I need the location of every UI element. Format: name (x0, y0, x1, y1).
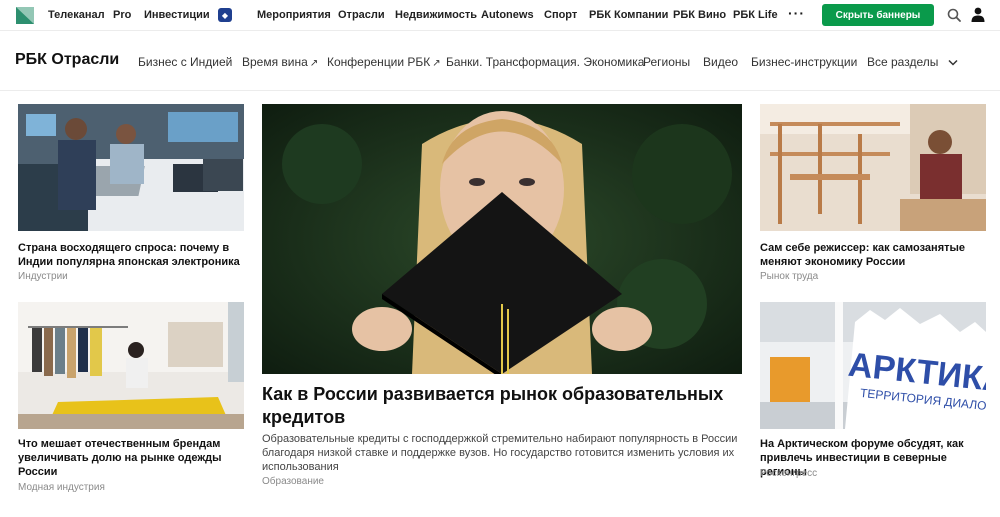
chevron-down-icon (948, 60, 958, 66)
external-link-icon: ↗ (432, 58, 441, 69)
article-category[interactable]: Индустрии (18, 271, 68, 282)
article-category[interactable]: Росконгресс (760, 468, 817, 479)
topnav-item-industries[interactable]: Отрасли (338, 9, 385, 21)
arctic-forum-photo: АРКТИКА ТЕРРИТОРИЯ ДИАЛОГА (760, 302, 986, 429)
graduation-cap-photo (262, 104, 742, 374)
hero-title[interactable]: Как в России развивается рынок образоват… (262, 383, 742, 429)
topnav-item-tv[interactable]: Телеканал (48, 9, 105, 21)
more-menu-icon[interactable]: ··· (788, 5, 805, 21)
hero-image-graduation[interactable] (262, 104, 742, 374)
article-title-electronics[interactable]: Страна восходящего спроса: почему в Инди… (18, 241, 244, 269)
section-nav-india[interactable]: Бизнес с Индией (138, 55, 232, 69)
section-nav-banks[interactable]: Банки. Трансформация. Экономика (446, 55, 644, 69)
hero-lead[interactable]: Образовательные кредиты с господдержкой … (262, 432, 742, 474)
section-nav-conferences[interactable]: Конференции РБК ↗ (327, 55, 441, 69)
topnav-item-wine[interactable]: РБК Вино (673, 9, 726, 21)
topnav-item-realty[interactable]: Недвижимость (395, 9, 477, 21)
hide-banners-button[interactable]: Скрыть баннеры (822, 4, 934, 26)
topnav-item-events[interactable]: Мероприятия (257, 9, 331, 21)
topnav-item-pro[interactable]: Pro (113, 9, 131, 21)
search-icon[interactable] (947, 8, 961, 22)
carpenter-workshop-photo (760, 104, 986, 231)
fashion-workshop-photo (18, 302, 244, 429)
article-category[interactable]: Образование (262, 476, 324, 487)
article-image-clothing[interactable] (18, 302, 244, 429)
topnav-item-companies[interactable]: РБК Компании (589, 9, 668, 21)
article-title-clothing[interactable]: Что мешает отечественным брендам увеличи… (18, 437, 233, 479)
section-nav-wine[interactable]: Время вина ↗ (242, 55, 318, 69)
topnav-item-autonews[interactable]: Autonews (481, 9, 534, 21)
article-image-workshop[interactable] (760, 104, 986, 231)
section-nav-regions[interactable]: Регионы (643, 55, 690, 69)
article-category[interactable]: Рынок труда (760, 271, 818, 282)
article-category[interactable]: Модная индустрия (18, 482, 105, 493)
divider (0, 90, 1000, 91)
topnav-item-sport[interactable]: Спорт (544, 9, 577, 21)
article-image-arctic[interactable]: АРКТИКА ТЕРРИТОРИЯ ДИАЛОГА (760, 302, 986, 429)
rbc-logo[interactable] (16, 7, 34, 24)
section-nav-instructions[interactable]: Бизнес-инструкции (751, 55, 857, 69)
electronics-store-photo (18, 104, 244, 231)
section-nav-all[interactable]: Все разделы (867, 55, 958, 69)
external-link-icon: ↗ (309, 58, 319, 69)
topnav-item-investments[interactable]: Инвестиции (144, 9, 210, 21)
section-nav-video[interactable]: Видео (703, 55, 738, 69)
article-image-electronics[interactable] (18, 104, 244, 231)
section-title[interactable]: РБК Отрасли (15, 51, 119, 69)
article-title-selfemployed[interactable]: Сам себе режиссер: как самозанятые меняю… (760, 241, 986, 269)
app-badge-icon[interactable]: ◆ (218, 8, 232, 22)
topnav-item-life[interactable]: РБК Life (733, 9, 778, 21)
user-icon[interactable] (971, 7, 985, 22)
top-bar: Телеканал Pro Инвестиции ◆ Мероприятия О… (0, 0, 1000, 31)
